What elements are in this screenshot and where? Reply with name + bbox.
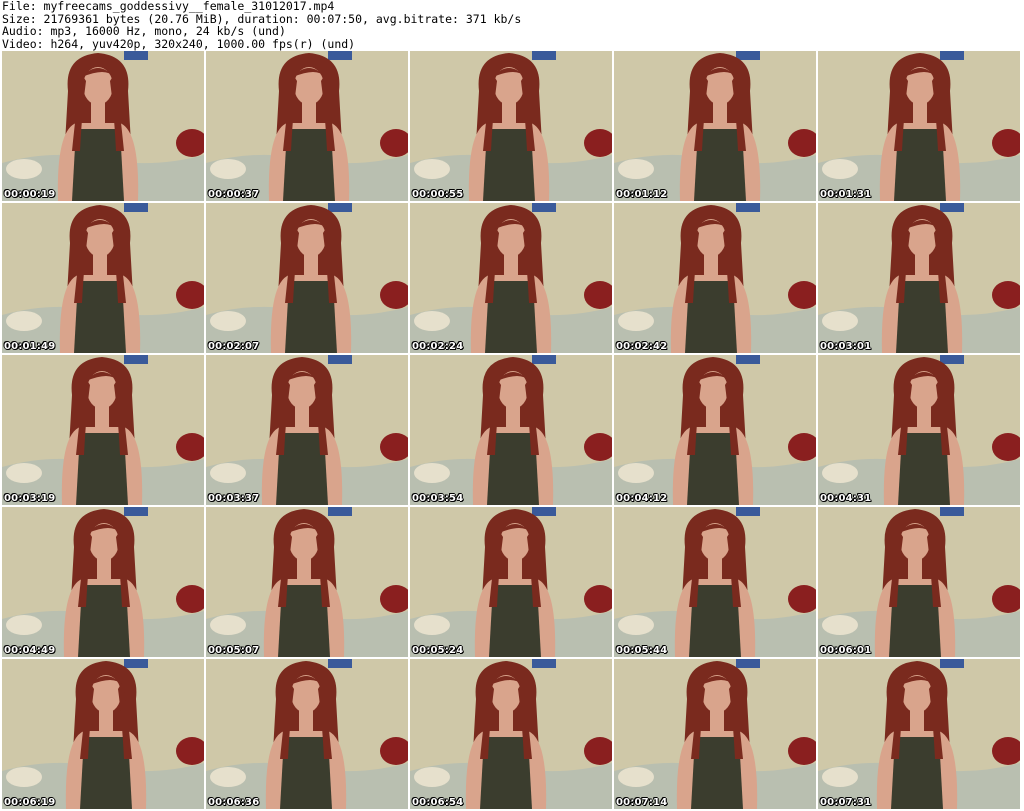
frame-timestamp: 00:04:12 [616,493,668,504]
frame-timestamp: 00:02:07 [208,341,260,352]
frame-image [206,355,408,505]
frame-image [818,51,1020,201]
frame-timestamp: 00:01:31 [820,189,872,200]
thumbnail-frame: 00:00:19 [2,51,204,201]
frame-timestamp: 00:04:31 [820,493,872,504]
frame-image [614,659,816,809]
frame-timestamp: 00:05:24 [412,645,464,656]
frame-timestamp: 00:00:37 [208,189,260,200]
frame-timestamp: 00:05:07 [208,645,260,656]
frame-image [2,51,204,201]
file-name-line: File: myfreecams_goddessivy__female_3101… [2,0,335,13]
thumbnail-frame: 00:01:31 [818,51,1020,201]
file-info-header: File: myfreecams_goddessivy__female_3101… [2,0,1022,50]
thumbnail-frame: 00:05:44 [614,507,816,657]
frame-image [2,507,204,657]
thumbnail-frame: 00:03:19 [2,355,204,505]
frame-timestamp: 00:02:42 [616,341,668,352]
frame-image [818,203,1020,353]
thumbnail-frame: 00:02:42 [614,203,816,353]
thumbnail-frame: 00:04:12 [614,355,816,505]
frame-image [410,355,612,505]
frame-timestamp: 00:00:19 [4,189,56,200]
thumbnail-frame: 00:04:31 [818,355,1020,505]
frame-image [818,355,1020,505]
frame-timestamp: 00:02:24 [412,341,464,352]
frame-image [614,51,816,201]
frame-timestamp: 00:03:19 [4,493,56,504]
video-info-line: Video: h264, yuv420p, 320x240, 1000.00 f… [2,36,356,51]
frame-image [410,51,612,201]
frame-timestamp: 00:03:37 [208,493,260,504]
thumbnail-frame: 00:03:54 [410,355,612,505]
thumbnail-frame: 00:00:37 [206,51,408,201]
frame-timestamp: 00:07:31 [820,797,872,808]
frame-timestamp: 00:07:14 [616,797,668,808]
frame-timestamp: 00:03:01 [820,341,872,352]
thumbnail-frame: 00:01:12 [614,51,816,201]
frame-timestamp: 00:03:54 [412,493,464,504]
frame-timestamp: 00:05:44 [616,645,668,656]
frame-image [206,507,408,657]
frame-image [614,203,816,353]
thumbnail-frame: 00:02:24 [410,203,612,353]
thumbnail-frame: 00:05:07 [206,507,408,657]
frame-timestamp: 00:06:19 [4,797,56,808]
audio-info-line: Audio: mp3, 16000 Hz, mono, 24 kb/s (und… [2,24,286,38]
thumbnail-frame: 00:04:49 [2,507,204,657]
frame-timestamp: 00:00:55 [412,189,464,200]
thumbnail-frame: 00:03:01 [818,203,1020,353]
thumbnail-frame: 00:06:01 [818,507,1020,657]
thumbnail-frame: 00:07:31 [818,659,1020,809]
thumbnail-frame: 00:06:54 [410,659,612,809]
frame-image [410,507,612,657]
frame-image [206,203,408,353]
thumbnail-frame: 00:00:55 [410,51,612,201]
frame-image [410,659,612,809]
thumbnail-frame: 00:07:14 [614,659,816,809]
thumbnail-frame: 00:06:36 [206,659,408,809]
frame-timestamp: 00:06:54 [412,797,464,808]
frame-image [614,355,816,505]
thumbnail-frame: 00:02:07 [206,203,408,353]
frame-image [614,507,816,657]
thumbnail-frame: 00:03:37 [206,355,408,505]
frame-image [2,659,204,809]
frame-image [2,203,204,353]
frame-image [818,507,1020,657]
thumbnail-grid: 00:00:19 00:00:37 00:00:55 00:01:12 00:01:31… [0,50,1024,811]
frame-timestamp: 00:01:12 [616,189,668,200]
frame-image [818,659,1020,809]
frame-image [206,659,408,809]
frame-image [410,203,612,353]
frame-timestamp: 00:06:01 [820,645,872,656]
frame-timestamp: 00:04:49 [4,645,56,656]
frame-image [206,51,408,201]
frame-timestamp: 00:06:36 [208,797,260,808]
thumbnail-frame: 00:05:24 [410,507,612,657]
thumbnail-frame: 00:01:49 [2,203,204,353]
frame-timestamp: 00:01:49 [4,341,56,352]
frame-image [2,355,204,505]
thumbnail-frame: 00:06:19 [2,659,204,809]
